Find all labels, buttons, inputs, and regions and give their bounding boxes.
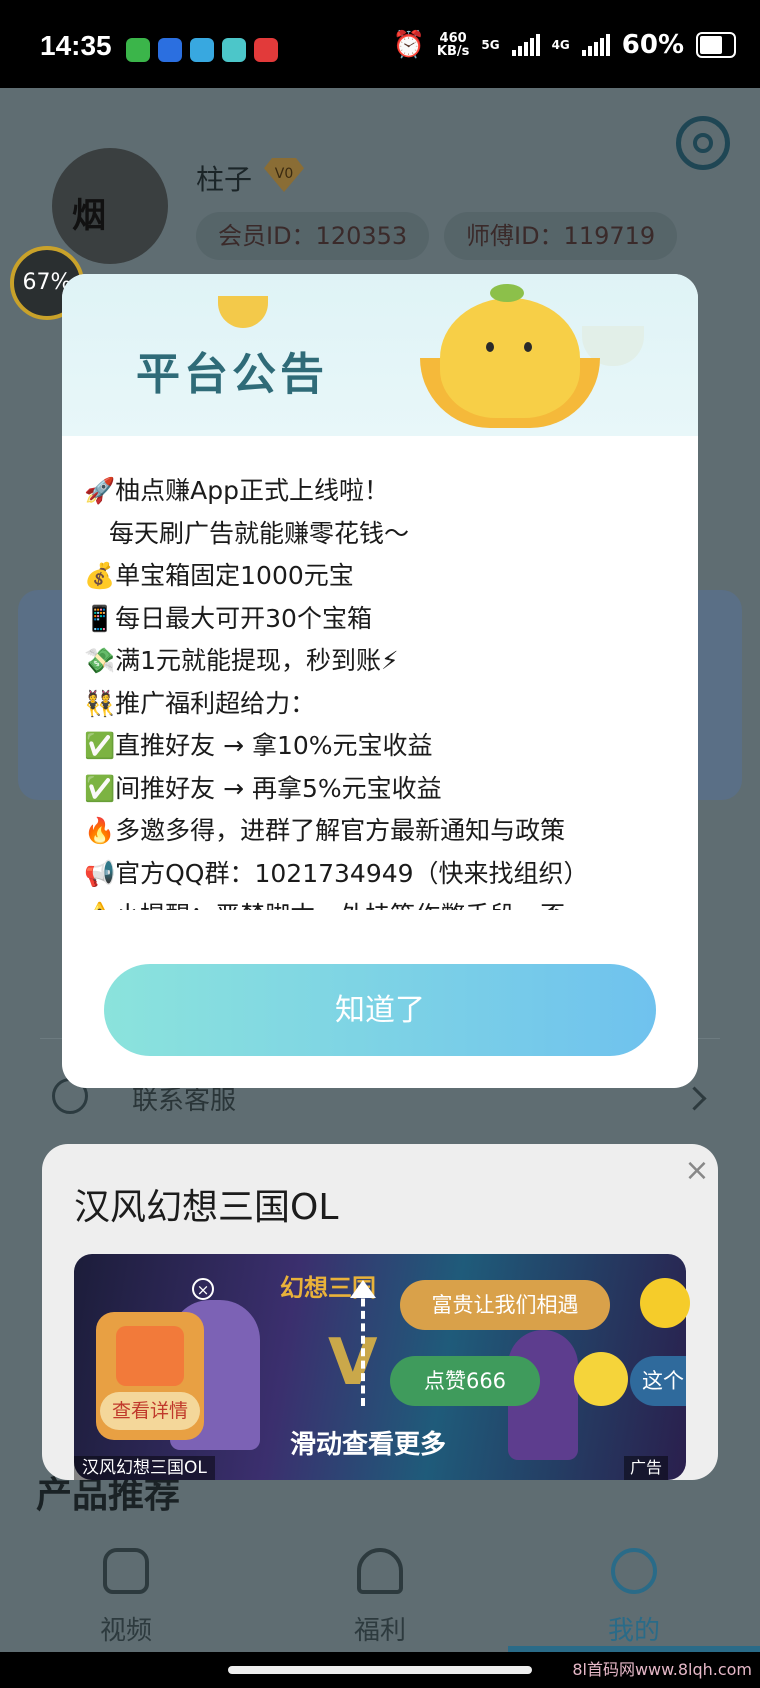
watermark: 8l首码网www.8lqh.com: [572, 1660, 752, 1679]
star-tab-icon: [357, 1548, 403, 1594]
alarm-icon: ⏰: [392, 30, 425, 60]
tab-label: 我的: [607, 1616, 660, 1646]
master-id: 师傅ID：119719: [444, 212, 678, 260]
battery-text: 60%: [621, 30, 684, 60]
dialog-title: 平台公告: [136, 349, 328, 400]
signal-5g-icon: [511, 34, 540, 56]
status-right: ⏰ 460 KB/s 5G 4G 60%: [393, 30, 736, 60]
battery-icon: [696, 32, 736, 58]
notice-line: 每天刷广告就能赚零花钱～: [84, 518, 410, 548]
gift-details-label[interactable]: 查看详情: [100, 1392, 200, 1430]
notice-line: ✅间推好友 → 再拿5%元宝收益: [84, 773, 442, 803]
tab-label: 福利: [353, 1616, 406, 1646]
notice-line: 💸满1元就能提现，秒到账⚡: [84, 646, 399, 675]
video-tab-icon: [103, 1548, 149, 1594]
news-notification-icon: [254, 38, 278, 62]
vs-graphic: V: [328, 1326, 378, 1400]
notice-line: ⚠️小提醒：严禁脚本、外挂等作弊手段，否: [84, 895, 684, 910]
settings-gear-icon[interactable]: [676, 116, 730, 170]
notice-line: 🔥多邀多得，进群了解官方最新通知与政策: [84, 816, 566, 845]
browser-notification-icon: [190, 38, 214, 62]
smile-emoji-icon: [574, 1352, 628, 1406]
ad-source-label: 汉风幻想三国OL: [74, 1456, 215, 1480]
notice-line: 📢官方QQ群：1021734949（快来找组织）: [84, 858, 589, 888]
home-indicator[interactable]: [228, 1666, 532, 1674]
notice-line: 📱每日最大可开30个宝箱: [84, 603, 372, 633]
sim1-label: 5G: [481, 38, 500, 52]
app-notification-icon: [126, 38, 150, 62]
sim2-label: 4G: [551, 38, 570, 52]
tab-welfare[interactable]: 福利: [320, 1518, 440, 1652]
ad-title: 汉风幻想三国OL: [74, 1187, 339, 1228]
mascot-illustration: [440, 284, 580, 418]
username: 柱子: [196, 163, 253, 196]
notice-line: ✅直推好友 → 拿10%元宝收益: [84, 731, 433, 760]
notice-line: 💰单宝箱固定1000元宝: [84, 561, 354, 590]
status-time: 14:35: [40, 30, 112, 61]
member-id: 会员ID：120353: [196, 212, 430, 260]
tab-mine[interactable]: 我的: [574, 1518, 694, 1652]
comment-chip: 富贵让我们相遇: [400, 1280, 610, 1330]
gift-box-icon: [116, 1326, 184, 1386]
smile-tab-icon: [611, 1548, 657, 1594]
tab-label: 视频: [99, 1616, 152, 1646]
net-speed: 460 KB/s: [436, 31, 470, 59]
status-bar: 14:35 ⏰ 460 KB/s 5G 4G 60%: [0, 0, 760, 88]
grin-emoji-icon: [640, 1278, 690, 1328]
notice-line: 👯推广福利超给力：: [84, 688, 316, 718]
shield-notification-icon: [158, 38, 182, 62]
swipe-guide-line: [361, 1286, 365, 1406]
chat-notification-icon: [222, 38, 246, 62]
confirm-button[interactable]: 知道了: [104, 964, 656, 1056]
avatar[interactable]: 烟: [52, 148, 168, 264]
dialog-body[interactable]: 🚀柚点赚App正式上线啦！ 每天刷广告就能赚零花钱～ 💰单宝箱固定1000元宝 …: [84, 470, 684, 910]
signal-4g-icon: [581, 34, 610, 56]
comment-chip: 这个: [630, 1356, 686, 1406]
comment-chip: 点赞666: [390, 1356, 540, 1406]
close-icon[interactable]: ×: [682, 1156, 712, 1186]
ad-tag: 广告: [624, 1456, 669, 1480]
tab-video[interactable]: 视频: [66, 1518, 186, 1652]
notice-line: 🚀柚点赚App正式上线啦！: [84, 476, 389, 505]
ad-dismiss-icon[interactable]: ×: [192, 1278, 214, 1300]
announcement-dialog: 平台公告 🚀柚点赚App正式上线啦！ 每天刷广告就能赚零花钱～ 💰单宝箱固定10…: [62, 274, 698, 1088]
swipe-hint: 滑动查看更多: [290, 1430, 447, 1460]
